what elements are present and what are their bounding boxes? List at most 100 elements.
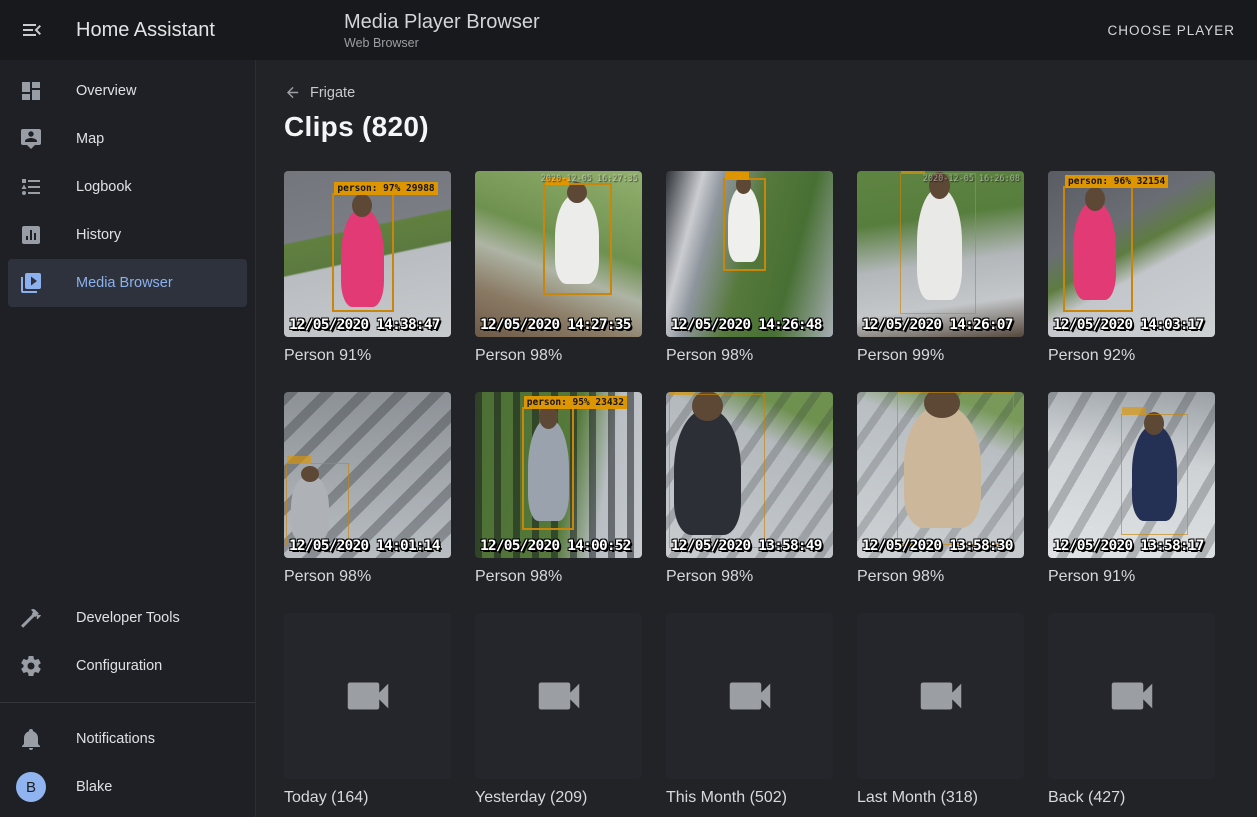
folder-label: Yesterday (209) — [475, 788, 642, 808]
dashboard-icon — [19, 79, 43, 103]
clip-thumbnail: 12/05/2020 13:58:30 — [857, 392, 1024, 558]
detection-bbox — [543, 183, 611, 296]
menu-open-icon[interactable] — [20, 18, 44, 42]
clip-caption: Person 99% — [857, 346, 1024, 366]
sidebar-item-label: Configuration — [76, 658, 162, 674]
clip-tile[interactable]: 12/05/2020 14:26:48 Person 98% — [666, 171, 833, 366]
detection-label — [725, 172, 749, 180]
app-title: Home Assistant — [76, 19, 215, 42]
history-chart-icon — [19, 223, 43, 247]
clip-caption: Person 98% — [666, 567, 833, 587]
media-browser-content: Frigate Clips (820) person: 97% 29988 12… — [257, 60, 1257, 817]
clip-tile[interactable]: 12/05/2020 13:58:17 Person 91% — [1048, 392, 1215, 587]
folder-tile-this-month[interactable]: This Month (502) — [666, 613, 833, 808]
folder-tile-back[interactable]: Back (427) — [1048, 613, 1215, 808]
hammer-icon — [19, 606, 43, 630]
sidebar-item-configuration[interactable]: Configuration — [0, 642, 255, 690]
sidebar-nav: Overview Map Logbook History Media Brows… — [0, 60, 255, 307]
folder-tile-today[interactable]: Today (164) — [284, 613, 451, 808]
folder-thumbnail — [284, 613, 451, 779]
clip-thumbnail: 12/05/2020 13:58:49 — [666, 392, 833, 558]
detection-bbox: person: 96% 32154 — [1063, 186, 1133, 312]
clip-tile[interactable]: 12/05/2020 13:58:30 Person 98% — [857, 392, 1024, 587]
detection-bbox: person: 97% 29988 — [332, 193, 394, 313]
detection-label — [898, 392, 922, 393]
clip-thumbnail: 2020-12-05 16:27:35 12/05/2020 14:27:35 — [475, 171, 642, 337]
user-name: Blake — [76, 779, 112, 795]
clip-timestamp: 12/05/2020 14:38:47 — [289, 317, 440, 333]
bell-icon — [19, 727, 43, 751]
clip-caption: Person 91% — [1048, 567, 1215, 587]
clip-thumbnail: person: 95% 23432 12/05/2020 14:00:52 — [475, 392, 642, 558]
folder-tile-yesterday[interactable]: Yesterday (209) — [475, 613, 642, 808]
detection-label — [1122, 407, 1146, 415]
detection-label: person: 96% 32154 — [1065, 175, 1168, 188]
sidebar-item-label: Media Browser — [76, 275, 173, 291]
clip-tile[interactable]: 2020-12-05 16:27:35 12/05/2020 14:27:35 … — [475, 171, 642, 366]
sidebar-item-developer-tools[interactable]: Developer Tools — [0, 594, 255, 642]
clip-thumbnail: 12/05/2020 14:01:14 — [284, 392, 451, 558]
sidebar-item-profile[interactable]: B Blake — [0, 763, 255, 811]
detection-label: person: 95% 23432 — [524, 396, 627, 409]
sidebar-item-logbook[interactable]: Logbook — [0, 163, 255, 211]
clip-thumbnail: person: 97% 29988 12/05/2020 14:38:47 — [284, 171, 451, 337]
folder-tile-last-month[interactable]: Last Month (318) — [857, 613, 1024, 808]
clip-tile[interactable]: person: 97% 29988 12/05/2020 14:38:47 Pe… — [284, 171, 451, 366]
clip-tile[interactable]: 12/05/2020 14:01:14 Person 98% — [284, 392, 451, 587]
detection-bbox — [723, 178, 766, 271]
sidebar-item-overview[interactable]: Overview — [0, 67, 255, 115]
clip-tile[interactable]: person: 95% 23432 12/05/2020 14:00:52 Pe… — [475, 392, 642, 587]
clip-thumbnail: 12/05/2020 13:58:17 — [1048, 392, 1215, 558]
folder-label: This Month (502) — [666, 788, 833, 808]
clip-caption: Person 92% — [1048, 346, 1215, 366]
clip-timestamp: 12/05/2020 13:58:49 — [671, 538, 822, 554]
clip-timestamp: 12/05/2020 14:01:14 — [289, 538, 440, 554]
sidebar-item-media-browser[interactable]: Media Browser — [8, 259, 247, 307]
header-page-title: Media Player Browser — [344, 10, 1095, 34]
clip-thumbnail: person: 96% 32154 12/05/2020 14:03:17 — [1048, 171, 1215, 337]
sidebar-divider — [0, 702, 255, 703]
clip-caption: Person 98% — [284, 567, 451, 587]
clip-tile[interactable]: 2020-12-05 16:26:08 12/05/2020 14:26:07 … — [857, 171, 1024, 366]
choose-player-button[interactable]: CHOOSE PLAYER — [1095, 14, 1247, 47]
clip-timestamp: 12/05/2020 14:27:35 — [480, 317, 631, 333]
header-page-subtitle: Web Browser — [344, 36, 1095, 50]
sidebar-item-map[interactable]: Map — [0, 115, 255, 163]
video-camera-icon — [1105, 669, 1159, 723]
breadcrumb-label: Frigate — [310, 85, 355, 101]
camera-timestamp: 2020-12-05 16:27:35 — [541, 174, 638, 184]
detection-bbox: person: 95% 23432 — [522, 407, 574, 530]
logbook-list-icon — [19, 175, 43, 199]
folder-label: Today (164) — [284, 788, 451, 808]
folder-label: Back (427) — [1048, 788, 1215, 808]
detection-label — [670, 392, 694, 395]
clip-timestamp: 12/05/2020 13:58:30 — [862, 538, 1013, 554]
detection-bbox — [900, 173, 975, 314]
header-left: Home Assistant — [0, 18, 256, 42]
breadcrumb-back[interactable]: Frigate — [284, 84, 355, 101]
detection-label — [287, 456, 311, 464]
clip-timestamp: 12/05/2020 14:26:48 — [671, 317, 822, 333]
arrow-left-icon — [284, 84, 301, 101]
clip-caption: Person 91% — [284, 346, 451, 366]
folder-thumbnail — [666, 613, 833, 779]
map-account-icon — [19, 127, 43, 151]
clip-caption: Person 98% — [475, 567, 642, 587]
sidebar-footer: Developer Tools Configuration Notificati… — [0, 594, 255, 817]
clip-timestamp: 12/05/2020 14:00:52 — [480, 538, 631, 554]
video-camera-icon — [723, 669, 777, 723]
clip-timestamp: 12/05/2020 14:03:17 — [1053, 317, 1204, 333]
detection-bbox — [1121, 414, 1188, 535]
folder-thumbnail — [475, 613, 642, 779]
sidebar-item-notifications[interactable]: Notifications — [0, 715, 255, 763]
detection-bbox — [286, 463, 349, 546]
clip-thumbnail: 12/05/2020 14:26:48 — [666, 171, 833, 337]
clip-tile[interactable]: person: 96% 32154 12/05/2020 14:03:17 Pe… — [1048, 171, 1215, 366]
camera-timestamp: 2020-12-05 16:26:08 — [923, 174, 1020, 184]
sidebar-item-label: History — [76, 227, 121, 243]
sidebar-item-history[interactable]: History — [0, 211, 255, 259]
detection-bbox — [669, 394, 764, 548]
clip-tile[interactable]: 12/05/2020 13:58:49 Person 98% — [666, 392, 833, 587]
sidebar-item-label: Map — [76, 131, 104, 147]
media-browser-icon — [19, 271, 43, 295]
